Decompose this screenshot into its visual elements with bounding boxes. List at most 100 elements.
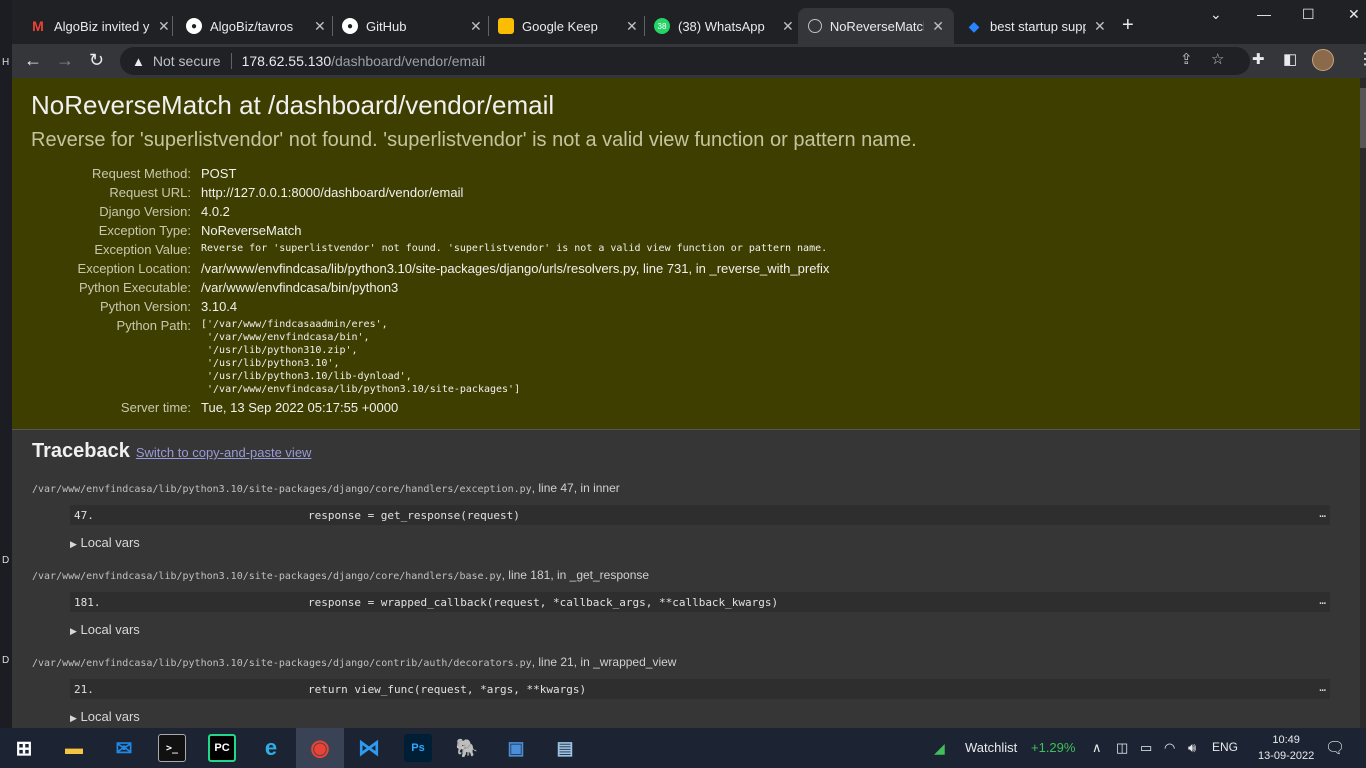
meta-row: Python Version: 3.10.4 bbox=[31, 297, 829, 316]
gmail-icon: M bbox=[32, 18, 44, 34]
line-number: 47. bbox=[74, 508, 94, 522]
vscode-icon[interactable]: ⋈ bbox=[355, 734, 383, 762]
meta-row: Request URL: http://127.0.0.1:8000/dashbo… bbox=[31, 183, 829, 202]
expand-context-icon[interactable]: … bbox=[1319, 507, 1326, 520]
close-icon[interactable]: ✕ bbox=[1094, 18, 1106, 35]
frame-suffix: , line 181, in _get_response bbox=[501, 568, 650, 582]
scrollbar-thumb[interactable] bbox=[1360, 88, 1366, 148]
back-icon[interactable]: ← bbox=[24, 50, 42, 71]
postgres-icon[interactable]: 🐘 bbox=[453, 734, 481, 762]
terminal-icon[interactable]: >_ bbox=[158, 734, 186, 762]
network-app-icon[interactable]: ▣ bbox=[502, 734, 530, 762]
line-number: 21. bbox=[74, 682, 94, 696]
triangle-right-icon: ▶ bbox=[70, 713, 77, 723]
local-vars-toggle[interactable]: ▶ Local vars bbox=[70, 622, 1340, 637]
stocks-chart-icon[interactable]: ◢ bbox=[934, 740, 945, 757]
github-icon: ● bbox=[342, 18, 358, 34]
profile-avatar[interactable] bbox=[1312, 49, 1334, 71]
clock-time: 10:49 bbox=[1272, 734, 1300, 746]
battery-icon[interactable]: ▭ bbox=[1140, 740, 1152, 756]
browser-toolbar: ← → ↻ ▲ Not secure 178.62.55.130/dashboa… bbox=[12, 44, 1366, 78]
language-indicator[interactable]: ENG bbox=[1212, 740, 1238, 754]
tab-title: GitHub bbox=[366, 18, 407, 34]
close-icon[interactable]: ✕ bbox=[626, 18, 638, 35]
keep-icon bbox=[498, 18, 514, 34]
meta-label: Python Path: bbox=[116, 318, 191, 333]
close-icon[interactable]: ✕ bbox=[314, 18, 326, 35]
meta-row: Python Executable: /var/www/envfindcasa/b… bbox=[31, 278, 829, 297]
tab-search-icon[interactable]: ⌄ bbox=[1210, 6, 1222, 23]
reload-icon[interactable]: ↻ bbox=[89, 50, 104, 71]
url-host: 178.62.55.130 bbox=[241, 53, 332, 69]
desktop-label: H bbox=[2, 57, 10, 68]
new-tab-button[interactable]: + bbox=[1122, 14, 1134, 37]
tab-algobiz-tavros[interactable]: ● AlgoBiz/tavros ✕ bbox=[176, 8, 336, 44]
wifi-icon[interactable]: ◠ bbox=[1164, 740, 1175, 756]
side-panel-icon[interactable]: ◧ bbox=[1283, 50, 1297, 68]
bookmark-star-icon[interactable]: ☆ bbox=[1211, 50, 1224, 68]
close-icon[interactable]: ✕ bbox=[782, 18, 794, 35]
tab-google-keep[interactable]: Google Keep ✕ bbox=[488, 8, 648, 44]
meta-label: Django Version: bbox=[99, 204, 191, 219]
tab-title: Google Keep bbox=[522, 18, 598, 34]
extensions-icon[interactable]: ✚ bbox=[1252, 50, 1265, 68]
system-clock[interactable]: 10:49 13-09-2022 bbox=[1258, 732, 1314, 764]
desktop-edge: H D D bbox=[0, 0, 12, 728]
frame-suffix: , line 47, in inner bbox=[531, 481, 620, 495]
page-scrollbar[interactable] bbox=[1360, 78, 1366, 728]
meta-row: Request Method: POST bbox=[31, 164, 829, 183]
volume-icon[interactable]: 🔊︎ bbox=[1188, 740, 1196, 756]
warning-icon[interactable]: ▲ bbox=[132, 54, 145, 69]
local-vars-toggle[interactable]: ▶ Local vars bbox=[70, 535, 1340, 550]
close-icon[interactable]: ✕ bbox=[158, 18, 170, 35]
local-vars-toggle[interactable]: ▶ Local vars bbox=[70, 709, 1340, 724]
address-bar[interactable]: ▲ Not secure 178.62.55.130/dashboard/ven… bbox=[120, 47, 1250, 75]
frame-location: /var/www/envfindcasa/lib/python3.10/site… bbox=[32, 568, 1340, 582]
close-window-icon[interactable]: ✕ bbox=[1348, 6, 1360, 23]
expand-context-icon[interactable]: … bbox=[1319, 594, 1326, 607]
meta-label: Server time: bbox=[120, 400, 191, 415]
chevron-up-icon[interactable]: ∧ bbox=[1092, 740, 1102, 756]
menu-icon[interactable]: ⋮ bbox=[1357, 49, 1366, 69]
context-line[interactable]: 21. return view_func(request, *args, **k… bbox=[70, 679, 1330, 699]
maximize-icon[interactable]: ☐ bbox=[1302, 6, 1315, 23]
meta-value: /var/www/envfindcasa/lib/python3.10/site… bbox=[201, 261, 830, 276]
watchlist-label[interactable]: Watchlist bbox=[965, 740, 1017, 755]
forward-icon[interactable]: → bbox=[56, 50, 74, 71]
meet-now-icon[interactable]: ◫ bbox=[1116, 740, 1128, 756]
tab-noreversematch[interactable]: NoReverseMatch a ✕ bbox=[798, 8, 954, 44]
tab-algobiz-invite[interactable]: M AlgoBiz invited you ✕ bbox=[20, 8, 180, 44]
switch-view-link[interactable]: Switch to copy-and-paste view bbox=[136, 445, 312, 460]
meta-label: Exception Location: bbox=[77, 261, 191, 276]
image-viewer-icon[interactable]: ▤ bbox=[551, 734, 579, 762]
share-icon[interactable]: ⇪ bbox=[1180, 50, 1193, 68]
notification-icon[interactable]: 🗨︎ bbox=[1325, 738, 1345, 758]
context-line[interactable]: 181. response = wrapped_callback(request… bbox=[70, 592, 1330, 612]
minimize-icon[interactable]: — bbox=[1257, 6, 1271, 22]
photoshop-icon[interactable]: Ps bbox=[404, 734, 432, 762]
file-explorer-icon[interactable]: ▬ bbox=[60, 734, 88, 762]
frame-path: /var/www/envfindcasa/lib/python3.10/site… bbox=[32, 658, 532, 669]
meta-row: Python Path: ['/var/www/findcasaadmin/ere… bbox=[31, 316, 829, 398]
close-icon[interactable]: ✕ bbox=[932, 18, 944, 35]
close-icon[interactable]: ✕ bbox=[470, 18, 482, 35]
triangle-right-icon: ▶ bbox=[70, 539, 77, 549]
tab-best-startup[interactable]: ◆ best startup supp ✕ bbox=[956, 8, 1116, 44]
url-path: /dashboard/vendor/email bbox=[331, 53, 486, 69]
edge-icon[interactable]: e bbox=[257, 734, 285, 762]
local-vars-label: Local vars bbox=[80, 709, 140, 724]
security-label[interactable]: Not secure bbox=[153, 53, 221, 69]
meta-label: Request URL: bbox=[109, 185, 191, 200]
whatsapp-icon: 38 bbox=[654, 18, 670, 34]
tab-github[interactable]: ● GitHub ✕ bbox=[332, 8, 492, 44]
chrome-icon[interactable]: ◉ bbox=[306, 734, 334, 762]
mail-icon[interactable]: ✉ bbox=[110, 734, 138, 762]
expand-context-icon[interactable]: … bbox=[1319, 681, 1326, 694]
page-content: NoReverseMatch at /dashboard/vendor/emai… bbox=[12, 78, 1360, 728]
tab-whatsapp[interactable]: 38 (38) WhatsApp ✕ bbox=[644, 8, 804, 44]
context-line[interactable]: 47. response = get_response(request)… bbox=[70, 505, 1330, 525]
traceback-heading: Traceback bbox=[32, 440, 130, 462]
watchlist-change: +1.29% bbox=[1031, 740, 1076, 755]
start-button[interactable]: ⊞ bbox=[10, 734, 38, 762]
pycharm-icon[interactable]: PC bbox=[208, 734, 236, 762]
